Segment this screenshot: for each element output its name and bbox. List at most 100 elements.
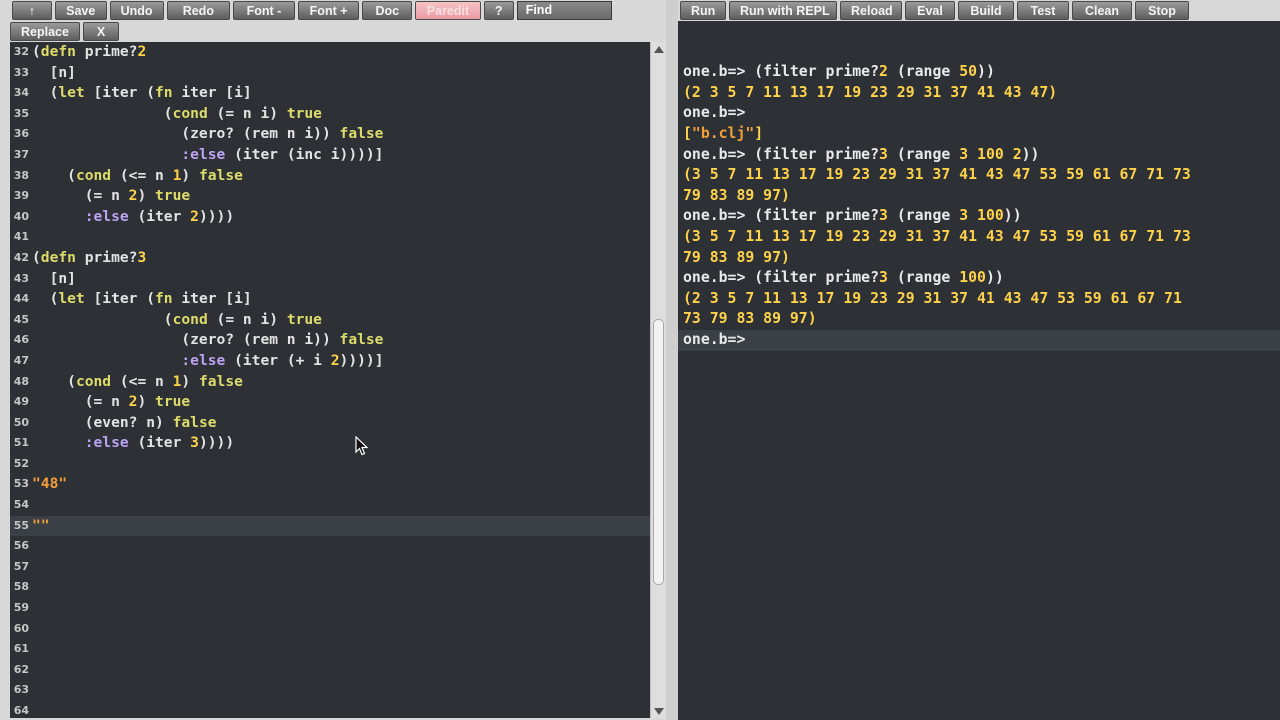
editor-line[interactable]: 55 "" bbox=[10, 515, 650, 537]
line-number: 45 bbox=[13, 312, 29, 326]
code-text: (even? n) false bbox=[32, 413, 217, 431]
editor-line[interactable]: 38 (cond (<= n 1) false bbox=[10, 166, 650, 187]
editor-line[interactable]: 46 (zero? (rem n i)) false bbox=[10, 330, 650, 351]
find-field[interactable]: Find bbox=[516, 1, 612, 20]
close-replace-button[interactable]: X bbox=[83, 22, 119, 41]
code-text: (= n 2) true bbox=[32, 187, 191, 205]
editor-line[interactable]: 60 bbox=[10, 619, 650, 640]
scroll-up-button[interactable]: ↑ bbox=[12, 1, 52, 20]
repl-output-line: 79 83 89 97) bbox=[683, 186, 790, 204]
save-button[interactable]: Save bbox=[54, 1, 107, 20]
editor-line[interactable]: 63 bbox=[10, 680, 650, 701]
paredit-toggle[interactable]: Paredit bbox=[415, 1, 481, 20]
run-with-repl-button[interactable]: Run with REPL bbox=[729, 1, 837, 20]
line-number: 50 bbox=[13, 415, 29, 429]
editor-line[interactable]: 40 :else (iter 2)))) bbox=[10, 207, 650, 228]
code-editor[interactable]: 32 (defn prime?2 33 [n] 34 (let [iter (fn i… bbox=[10, 42, 650, 718]
font-increase-button[interactable]: Font + bbox=[297, 1, 360, 20]
editor-line[interactable]: 51 :else (iter 3)))) bbox=[10, 433, 650, 454]
font-decrease-button[interactable]: Font - bbox=[233, 1, 295, 20]
editor-line[interactable]: 43 [n] bbox=[10, 269, 650, 290]
line-number: 59 bbox=[13, 601, 29, 615]
editor-line[interactable]: 34 (let [iter (fn iter [i] bbox=[10, 83, 650, 104]
editor-line[interactable]: 37 :else (iter (inc i))))] bbox=[10, 145, 650, 166]
code-text: :else (iter 3)))) bbox=[84, 434, 235, 452]
repl-toolbar: Run Run with REPL Reload Eval Build Test… bbox=[680, 1, 1189, 20]
replace-button[interactable]: Replace bbox=[10, 22, 80, 41]
editor-line[interactable]: 62 bbox=[10, 660, 650, 681]
repl-line[interactable]: one.b=> bbox=[678, 329, 1280, 351]
editor-line[interactable]: 47 :else (iter (+ i 2))))] bbox=[10, 351, 650, 372]
editor-line[interactable]: 32 (defn prime?2 bbox=[10, 42, 650, 63]
code-text: (let [iter (fn iter [i] bbox=[32, 290, 252, 308]
line-number: 44 bbox=[13, 292, 29, 306]
scroll-up-arrow-icon[interactable] bbox=[654, 46, 664, 53]
editor-line[interactable]: 61 bbox=[10, 639, 650, 660]
repl-output-line: (2 3 5 7 11 13 17 19 23 29 31 37 41 43 4… bbox=[683, 289, 1182, 307]
repl-line bbox=[678, 21, 1280, 42]
editor-line[interactable]: 50 (even? n) false bbox=[10, 413, 650, 434]
code-text: (cond (= n i) true bbox=[32, 310, 322, 328]
build-button[interactable]: Build bbox=[958, 1, 1014, 20]
editor-scrollbar-thumb[interactable] bbox=[653, 319, 664, 585]
code-text: (defn prime?3 bbox=[32, 248, 147, 266]
code-text: (zero? (rem n i)) false bbox=[32, 331, 384, 349]
editor-line[interactable]: 53 "48" bbox=[10, 474, 650, 495]
line-number: 63 bbox=[13, 683, 29, 697]
editor-line[interactable]: 52 bbox=[10, 454, 650, 475]
editor-scrollbar[interactable] bbox=[650, 42, 667, 718]
editor-line[interactable]: 64 bbox=[10, 701, 650, 718]
undo-button[interactable]: Undo bbox=[109, 1, 164, 20]
editor-line[interactable]: 41 bbox=[10, 227, 650, 248]
line-number: 43 bbox=[13, 271, 29, 285]
code-text: [n] bbox=[32, 269, 76, 287]
run-button[interactable]: Run bbox=[680, 1, 726, 20]
line-number: 56 bbox=[13, 539, 29, 553]
editor-line[interactable]: 42 (defn prime?3 bbox=[10, 248, 650, 269]
editor-line[interactable]: 58 bbox=[10, 577, 650, 598]
line-number: 35 bbox=[13, 106, 29, 120]
scroll-down-arrow-icon[interactable] bbox=[654, 708, 664, 715]
redo-button[interactable]: Redo bbox=[166, 1, 231, 20]
eval-button[interactable]: Eval bbox=[905, 1, 955, 20]
reload-button[interactable]: Reload bbox=[840, 1, 902, 20]
replace-bar: Replace X bbox=[10, 22, 119, 41]
repl-line: one.b=> (filter prime?2 (range 50)) bbox=[683, 63, 995, 81]
editor-line[interactable]: 36 (zero? (rem n i)) false bbox=[10, 124, 650, 145]
repl-output-line: 79 83 89 97) bbox=[683, 248, 790, 266]
code-text: "" bbox=[32, 516, 50, 534]
clean-button[interactable]: Clean bbox=[1072, 1, 1132, 20]
editor-line[interactable]: 59 bbox=[10, 598, 650, 619]
line-number: 52 bbox=[13, 456, 29, 470]
code-text: (zero? (rem n i)) false bbox=[32, 125, 384, 143]
line-number: 37 bbox=[13, 147, 29, 161]
help-button[interactable]: ? bbox=[483, 1, 514, 20]
line-number: 36 bbox=[13, 127, 29, 141]
test-button[interactable]: Test bbox=[1017, 1, 1069, 20]
editor-line[interactable]: 45 (cond (= n i) true bbox=[10, 310, 650, 331]
repl-line: one.b=> bbox=[683, 104, 746, 122]
line-number: 40 bbox=[13, 209, 29, 223]
line-number: 62 bbox=[13, 662, 29, 676]
editor-line[interactable]: 44 (let [iter (fn iter [i] bbox=[10, 289, 650, 310]
pane-divider[interactable] bbox=[666, 0, 678, 720]
line-number: 58 bbox=[13, 580, 29, 594]
editor-line[interactable]: 57 bbox=[10, 557, 650, 578]
line-number: 41 bbox=[13, 230, 29, 244]
line-number: 39 bbox=[13, 189, 29, 203]
repl-console[interactable]: one.b=> (filter prime?2 (range 50)) (2 3 … bbox=[678, 21, 1280, 720]
stop-button[interactable]: Stop bbox=[1135, 1, 1189, 20]
editor-line[interactable]: 33 [n] bbox=[10, 63, 650, 84]
editor-line[interactable]: 35 (cond (= n i) true bbox=[10, 104, 650, 125]
editor-line[interactable]: 39 (= n 2) true bbox=[10, 186, 650, 207]
code-text: (cond (= n i) true bbox=[32, 104, 322, 122]
editor-line[interactable]: 49 (= n 2) true bbox=[10, 392, 650, 413]
editor-line[interactable]: 56 bbox=[10, 536, 650, 557]
repl-line: one.b=> (filter prime?3 (range 3 100)) bbox=[683, 207, 1022, 225]
editor-line[interactable]: 48 (cond (<= n 1) false bbox=[10, 372, 650, 393]
doc-button[interactable]: Doc bbox=[362, 1, 413, 20]
editor-line[interactable]: 54 bbox=[10, 495, 650, 516]
repl-output-line: (2 3 5 7 11 13 17 19 23 29 31 37 41 43 4… bbox=[683, 83, 1058, 101]
code-text: [n] bbox=[32, 63, 76, 81]
repl-output-line: (3 5 7 11 13 17 19 23 29 31 37 41 43 47 … bbox=[683, 166, 1191, 184]
